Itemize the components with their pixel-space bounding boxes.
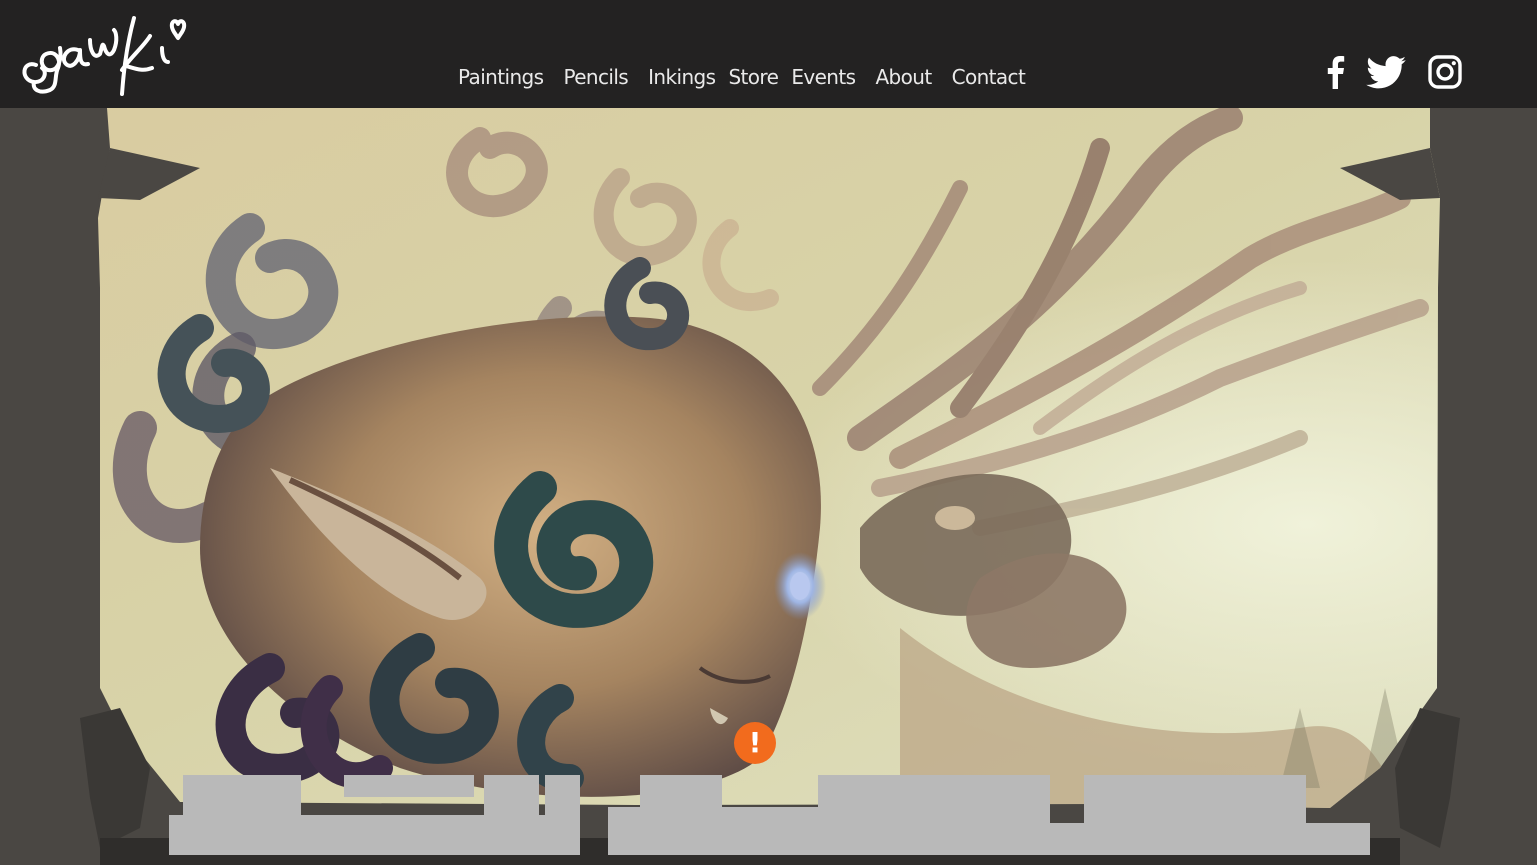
gawki-logo[interactable] [14,10,189,100]
nav-link-about[interactable]: About [875,65,932,89]
placeholder-block [1084,775,1306,823]
placeholder-block [545,775,580,815]
twitter-link[interactable] [1364,52,1408,92]
facebook-link[interactable] [1318,52,1352,92]
site-header: Paintings Pencils Inkings Store Events A… [0,0,1537,108]
instagram-link[interactable] [1426,52,1464,92]
nav-link-contact[interactable]: Contact [952,65,1026,89]
nav-link-inkings[interactable]: Inkings [648,65,716,89]
placeholder-block [183,775,301,815]
twitter-icon [1366,55,1406,88]
placeholder-block [818,775,1050,807]
nav-link-store[interactable]: Store [728,65,778,89]
main-nav: Paintings Pencils Inkings Store Events A… [458,62,1026,92]
nav-link-paintings[interactable]: Paintings [458,65,544,89]
placeholder-block [344,775,474,797]
placeholder-block [484,775,539,815]
exclamation-icon[interactable]: ! [734,722,776,764]
nav-link-pencils[interactable]: Pencils [563,65,628,89]
instagram-icon [1428,55,1462,89]
hero-banner: ! [0,108,1537,865]
nav-link-events[interactable]: Events [791,65,856,89]
placeholder-block [640,775,722,807]
facebook-icon [1327,56,1345,89]
placeholder-block [169,815,580,855]
page: Paintings Pencils Inkings Store Events A… [0,0,1537,865]
placeholder-block [608,823,1370,855]
